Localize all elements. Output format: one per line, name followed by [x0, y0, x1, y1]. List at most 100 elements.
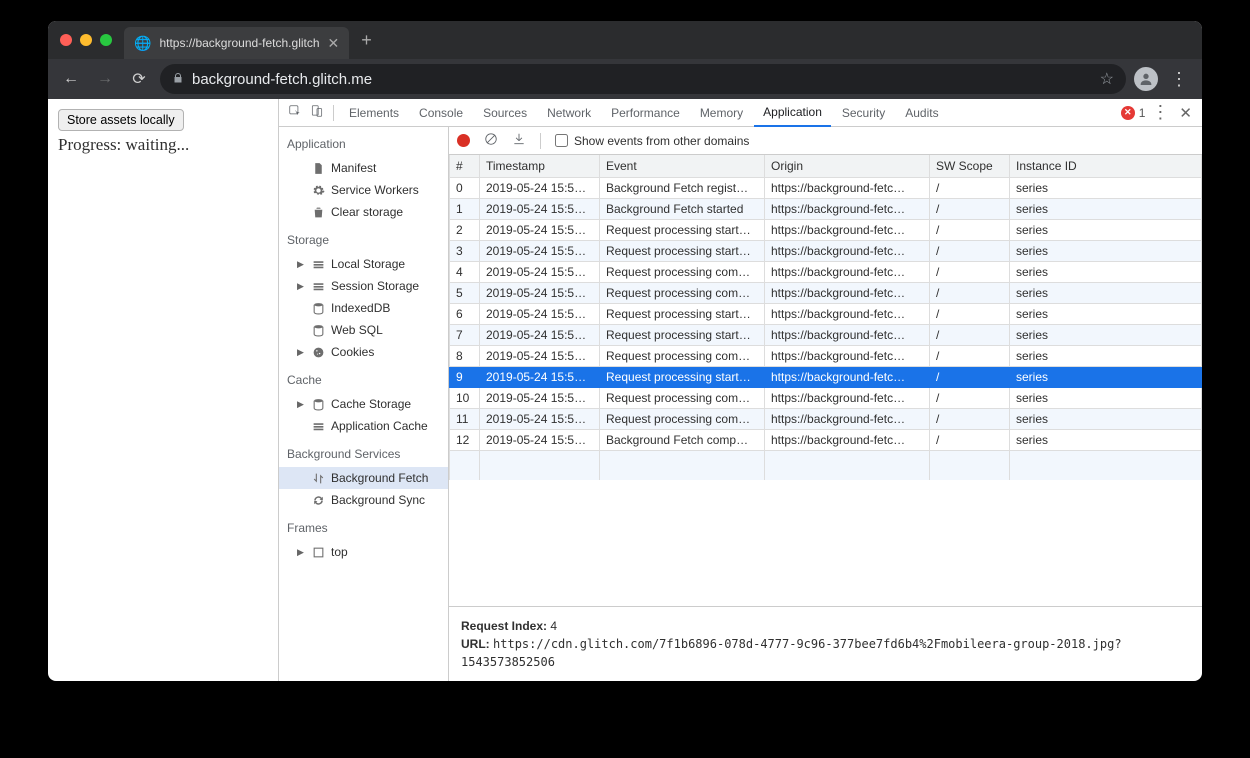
table-row[interactable]: 52019-05-24 15:5…Request processing com……	[450, 282, 1202, 303]
table-row[interactable]: 62019-05-24 15:5…Request processing star…	[450, 303, 1202, 324]
download-icon[interactable]	[512, 132, 526, 149]
sidebar-item-label: Cache Storage	[331, 397, 411, 411]
bookmark-star-icon[interactable]: ☆	[1100, 69, 1114, 89]
maximize-window-button[interactable]	[100, 34, 112, 46]
cell: https://background-fetc…	[765, 177, 930, 198]
devtools-tab-application[interactable]: Application	[754, 100, 831, 127]
show-other-domains-checkbox[interactable]: Show events from other domains	[555, 134, 749, 148]
cell: /	[930, 219, 1010, 240]
browser-tab[interactable]: 🌐 https://background-fetch.glitch ✕	[124, 27, 349, 59]
globe-icon: 🌐	[134, 35, 151, 52]
col-header[interactable]: #	[450, 155, 480, 177]
table-row[interactable]: 92019-05-24 15:5…Request processing star…	[450, 366, 1202, 387]
sidebar-item-cookies[interactable]: ▶Cookies	[279, 341, 448, 363]
inspect-icon[interactable]	[285, 104, 305, 121]
close-tab-icon[interactable]: ✕	[328, 35, 340, 52]
stack-icon	[311, 257, 325, 271]
forward-button[interactable]: →	[92, 70, 118, 88]
devtools-tab-audits[interactable]: Audits	[896, 99, 947, 126]
sidebar-item-top[interactable]: ▶top	[279, 541, 448, 563]
table-row[interactable]: 42019-05-24 15:5…Request processing com……	[450, 261, 1202, 282]
col-header[interactable]: SW Scope	[930, 155, 1010, 177]
cell: Request processing start…	[600, 219, 765, 240]
table-row[interactable]: 72019-05-24 15:5…Request processing star…	[450, 324, 1202, 345]
table-row[interactable]: 122019-05-24 15:5…Background Fetch comp……	[450, 429, 1202, 450]
profile-avatar[interactable]	[1134, 67, 1158, 91]
sidebar-item-session-storage[interactable]: ▶Session Storage	[279, 275, 448, 297]
sidebar-item-background-sync[interactable]: Background Sync	[279, 489, 448, 511]
tab-title: https://background-fetch.glitch	[159, 36, 319, 50]
table-row[interactable]: 02019-05-24 15:5…Background Fetch regist…	[450, 177, 1202, 198]
close-window-button[interactable]	[60, 34, 72, 46]
sidebar-item-background-fetch[interactable]: Background Fetch	[279, 467, 448, 489]
address-bar[interactable]: background-fetch.glitch.me ☆	[160, 64, 1126, 94]
col-header[interactable]: Origin	[765, 155, 930, 177]
table-row[interactable]: 102019-05-24 15:5…Request processing com…	[450, 387, 1202, 408]
devtools-tab-performance[interactable]: Performance	[602, 99, 689, 126]
cell: https://background-fetc…	[765, 219, 930, 240]
sidebar-item-service-workers[interactable]: Service Workers	[279, 179, 448, 201]
back-button[interactable]: ←	[58, 70, 84, 88]
devtools-menu-button[interactable]: ⋮	[1147, 102, 1173, 123]
cell: 9	[450, 366, 480, 387]
sync-icon	[311, 493, 325, 507]
sidebar-item-label: Session Storage	[331, 279, 419, 293]
cell: /	[930, 387, 1010, 408]
cell: 3	[450, 240, 480, 261]
sidebar-item-local-storage[interactable]: ▶Local Storage	[279, 253, 448, 275]
devtools-tab-network[interactable]: Network	[538, 99, 600, 126]
col-header[interactable]: Instance ID	[1010, 155, 1202, 177]
table-row[interactable]: 12019-05-24 15:5…Background Fetch starte…	[450, 198, 1202, 219]
cell: 2019-05-24 15:5…	[480, 261, 600, 282]
cell: /	[930, 261, 1010, 282]
col-header[interactable]: Event	[600, 155, 765, 177]
progress-text: Progress: waiting...	[58, 135, 268, 155]
devtools-tab-sources[interactable]: Sources	[474, 99, 536, 126]
table-row[interactable]: 112019-05-24 15:5…Request processing com…	[450, 408, 1202, 429]
device-toggle-icon[interactable]	[307, 104, 327, 121]
cell: 6	[450, 303, 480, 324]
cell: 10	[450, 387, 480, 408]
devtools-tab-elements[interactable]: Elements	[340, 99, 408, 126]
table-row[interactable]: 82019-05-24 15:5…Request processing com……	[450, 345, 1202, 366]
store-assets-button[interactable]: Store assets locally	[58, 109, 184, 131]
error-indicator[interactable]: ✕ 1	[1121, 106, 1146, 120]
sidebar-item-label: Web SQL	[331, 323, 383, 337]
sidebar-item-label: Cookies	[331, 345, 374, 359]
sidebar-item-web-sql[interactable]: Web SQL	[279, 319, 448, 341]
title-bar: 🌐 https://background-fetch.glitch ✕ +	[48, 21, 1202, 59]
cell: 2019-05-24 15:5…	[480, 345, 600, 366]
cell: Background Fetch started	[600, 198, 765, 219]
sidebar-item-indexeddb[interactable]: IndexedDB	[279, 297, 448, 319]
cell: https://background-fetc…	[765, 387, 930, 408]
sidebar-item-application-cache[interactable]: Application Cache	[279, 415, 448, 437]
cell: 2019-05-24 15:5…	[480, 198, 600, 219]
cell: 2019-05-24 15:5…	[480, 408, 600, 429]
cell: /	[930, 198, 1010, 219]
devtools-tab-security[interactable]: Security	[833, 99, 894, 126]
show-other-domains-input[interactable]	[555, 134, 568, 147]
sidebar-item-manifest[interactable]: Manifest	[279, 157, 448, 179]
devtools-tab-memory[interactable]: Memory	[691, 99, 752, 126]
table-header-row: #TimestampEventOriginSW ScopeInstance ID	[450, 155, 1202, 177]
devtools-tab-console[interactable]: Console	[410, 99, 472, 126]
table-row[interactable]: 22019-05-24 15:5…Request processing star…	[450, 219, 1202, 240]
sidebar-item-cache-storage[interactable]: ▶Cache Storage	[279, 393, 448, 415]
record-button[interactable]	[457, 134, 470, 147]
reload-button[interactable]: ⟳	[126, 69, 152, 89]
table-row[interactable]: 32019-05-24 15:5…Request processing star…	[450, 240, 1202, 261]
events-table-wrap[interactable]: #TimestampEventOriginSW ScopeInstance ID…	[449, 155, 1202, 606]
browser-menu-button[interactable]: ⋮	[1166, 69, 1192, 90]
cell: series	[1010, 345, 1202, 366]
cell: series	[1010, 387, 1202, 408]
cell: 2019-05-24 15:5…	[480, 366, 600, 387]
minimize-window-button[interactable]	[80, 34, 92, 46]
cell: https://background-fetc…	[765, 324, 930, 345]
cell: 2019-05-24 15:5…	[480, 429, 600, 450]
sidebar-item-clear-storage[interactable]: Clear storage	[279, 201, 448, 223]
devtools-close-button[interactable]: ✕	[1175, 104, 1196, 122]
clear-icon[interactable]	[484, 132, 498, 149]
new-tab-button[interactable]: +	[349, 30, 384, 51]
col-header[interactable]: Timestamp	[480, 155, 600, 177]
cell: https://background-fetc…	[765, 303, 930, 324]
